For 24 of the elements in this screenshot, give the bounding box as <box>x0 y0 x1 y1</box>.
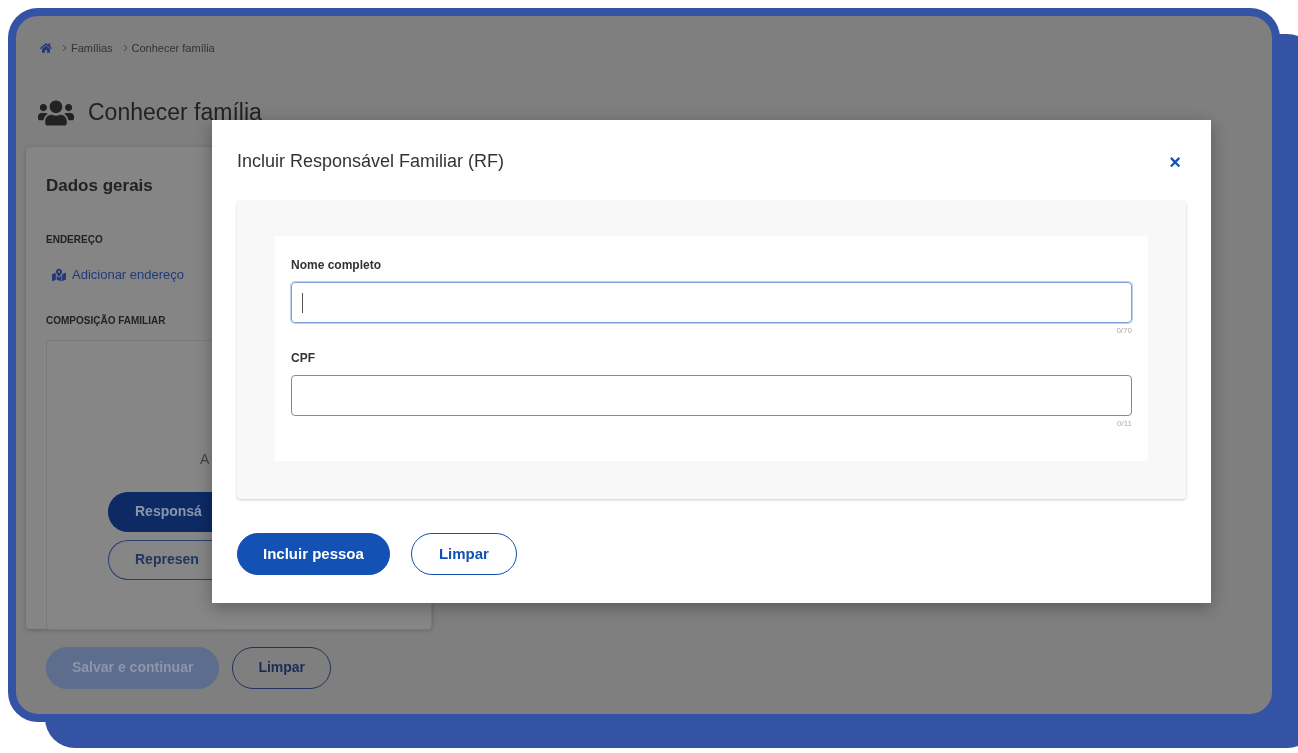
field-label: CPF <box>291 350 316 367</box>
breadcrumb-link[interactable]: Conhecer família <box>131 40 215 57</box>
page-title: Conhecer família <box>88 98 262 128</box>
role-button[interactable]: Responsá <box>108 491 212 532</box>
section-label: ENDEREÇO <box>46 233 104 247</box>
include-person-button[interactable]: Incluir pessoa <box>237 533 390 575</box>
chevron-icon <box>62 44 67 53</box>
breadcrumb-link[interactable]: Famílias <box>71 40 113 57</box>
card-title: Dados gerais <box>46 174 154 197</box>
input-field[interactable] <box>291 282 1132 323</box>
clear-button[interactable]: Limpar <box>410 533 517 575</box>
field-label: Nome completo <box>291 257 382 274</box>
text-caret <box>302 292 303 313</box>
map-icon <box>52 267 66 282</box>
section-label: COMPOSIÇÃO FAMILIAR <box>46 313 167 328</box>
close-button[interactable]: × <box>1169 151 1181 172</box>
character-counter: 0/70 <box>1116 325 1132 337</box>
partial-text: A <box>200 449 210 469</box>
character-counter: 0/11 <box>1117 418 1132 430</box>
add-address-link[interactable]: Adicionar endereço <box>72 265 185 285</box>
modal-title: Incluir Responsável Familiar (RF) <box>237 150 505 173</box>
input-field[interactable] <box>291 375 1132 416</box>
home-icon[interactable] <box>40 42 52 55</box>
chevron-icon <box>122 44 128 53</box>
